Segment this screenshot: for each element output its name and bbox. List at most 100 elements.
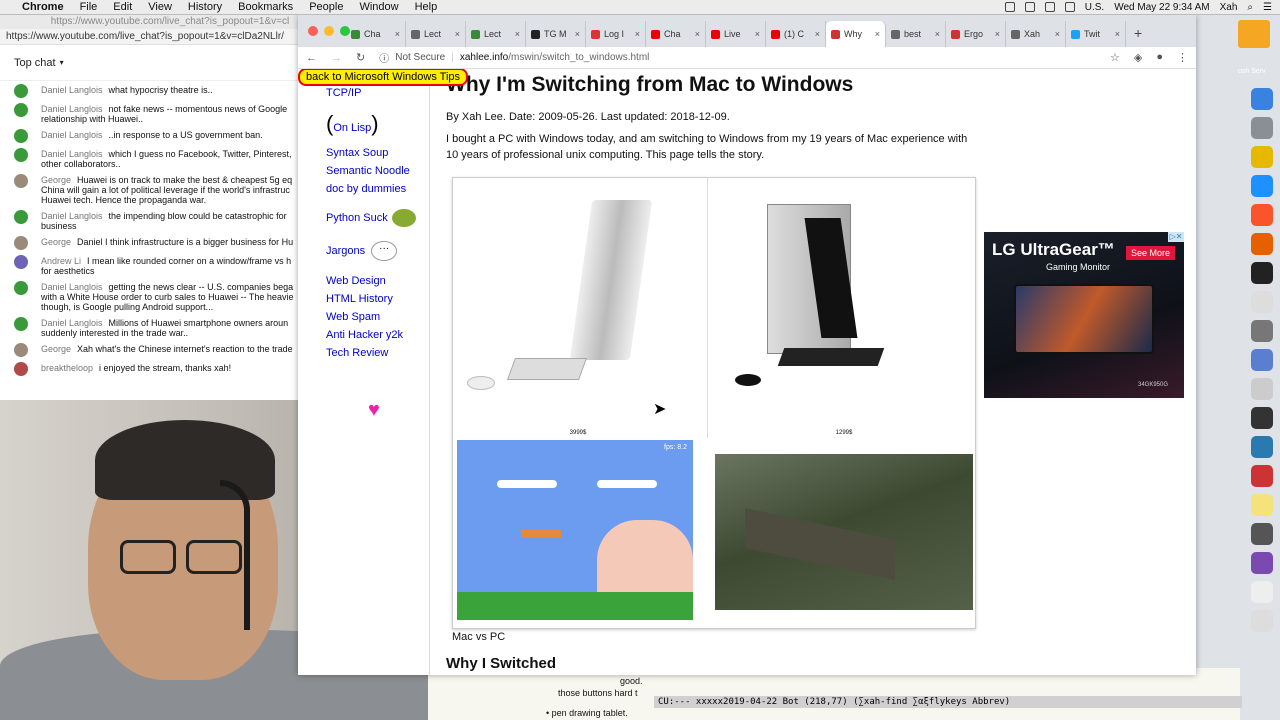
browser-tab[interactable]: Cha × [646, 21, 706, 47]
browser-tab[interactable]: TG M × [526, 21, 586, 47]
forward-arrow-icon[interactable]: → [331, 52, 342, 64]
avatar[interactable] [14, 236, 28, 250]
chat-author[interactable]: breaktheloop [41, 363, 93, 373]
menu-file[interactable]: File [80, 1, 98, 13]
profile-icon[interactable]: ● [1156, 51, 1163, 64]
back-to-tips-link[interactable]: back to Microsoft Windows Tips [298, 69, 469, 86]
avatar[interactable] [14, 362, 28, 376]
chat-author[interactable]: George [41, 344, 71, 354]
input-source[interactable]: U.S. [1085, 2, 1104, 13]
avatar[interactable] [14, 255, 28, 269]
close-tab-icon[interactable]: × [455, 29, 460, 39]
chevron-down-icon[interactable]: ▾ [60, 58, 64, 67]
nav-python-suck[interactable]: Python Suck [326, 212, 388, 224]
emacs-icon[interactable] [1251, 552, 1273, 574]
new-tab-button[interactable]: + [1126, 25, 1150, 47]
close-tab-icon[interactable]: × [395, 29, 400, 39]
menu-people[interactable]: People [309, 1, 343, 13]
chat-author[interactable]: George [41, 237, 71, 247]
chat-author[interactable]: George [41, 175, 71, 185]
terminal-icon[interactable] [1251, 262, 1273, 284]
document-icon[interactable] [1251, 581, 1273, 603]
minimize-window-button[interactable] [324, 26, 334, 36]
nav-jargons[interactable]: Jargons [326, 245, 365, 257]
chat-author[interactable]: Daniel Langlois [41, 211, 103, 221]
user-name[interactable]: Xah [1220, 2, 1238, 13]
chat-author[interactable]: Daniel Langlois [41, 149, 103, 159]
obs-icon[interactable] [1251, 407, 1273, 429]
avatar[interactable] [14, 210, 28, 224]
menu-edit[interactable]: Edit [113, 1, 132, 13]
nav-web-design[interactable]: Web Design [326, 275, 429, 287]
nav-web-spam[interactable]: Web Spam [326, 311, 429, 323]
trash-icon[interactable] [1251, 610, 1273, 632]
menu-bookmarks[interactable]: Bookmarks [238, 1, 293, 13]
browser-tab[interactable]: Lect × [406, 21, 466, 47]
brave-icon[interactable] [1251, 204, 1273, 226]
extension-icon[interactable]: ◈ [1134, 51, 1142, 64]
app-icon[interactable] [1251, 436, 1273, 458]
top-chat-dropdown[interactable]: Top chat [14, 57, 56, 69]
browser-tab[interactable]: Lect × [466, 21, 526, 47]
menu-dots-icon[interactable]: ⋮ [1177, 51, 1188, 64]
menu-list-icon[interactable]: ☰ [1263, 2, 1272, 13]
close-tab-icon[interactable]: × [875, 29, 880, 39]
avatar[interactable] [14, 317, 28, 331]
lg-ultragear-ad[interactable]: ▷✕ LG UltraGear™ Gaming Monitor See More… [984, 232, 1184, 398]
reload-icon[interactable]: ↻ [356, 51, 365, 64]
chat-author[interactable]: Daniel Langlois [41, 130, 103, 140]
launchpad-icon[interactable] [1251, 117, 1273, 139]
preview-icon[interactable] [1251, 378, 1273, 400]
ad-see-more-button[interactable]: See More [1126, 246, 1176, 260]
info-icon[interactable]: ⓘ [379, 50, 389, 65]
chat-author[interactable]: Daniel Langlois [41, 104, 103, 114]
zoom-window-button[interactable] [340, 26, 350, 36]
textedit-icon[interactable] [1251, 291, 1273, 313]
browser-tab[interactable]: Xah × [1006, 21, 1066, 47]
nav-tcp-ip[interactable]: TCP/IP [326, 87, 429, 99]
search-icon[interactable]: ⌕ [1247, 2, 1253, 13]
wifi-icon[interactable] [1044, 2, 1055, 12]
chat-author[interactable]: Daniel Langlois [41, 318, 103, 328]
avatar[interactable] [14, 103, 28, 117]
avatar[interactable] [14, 343, 28, 357]
browser-tab[interactable]: Live × [706, 21, 766, 47]
close-tab-icon[interactable]: × [575, 29, 580, 39]
close-tab-icon[interactable]: × [1115, 29, 1120, 39]
close-tab-icon[interactable]: × [515, 29, 520, 39]
nav-doc-by-dummies[interactable]: doc by dummies [326, 183, 429, 195]
system-preferences-icon[interactable] [1251, 320, 1273, 342]
notes-icon[interactable] [1251, 494, 1273, 516]
avatar[interactable] [14, 129, 28, 143]
chat-author[interactable]: Andrew Li [41, 256, 81, 266]
status-icon[interactable] [1024, 2, 1035, 12]
star-icon[interactable]: ☆ [1110, 51, 1120, 64]
chrome-icon[interactable] [1251, 146, 1273, 168]
nav-tech-review[interactable]: Tech Review [326, 347, 429, 359]
address-bar[interactable]: ⓘ Not Secure | xahlee.info/mswin/switch_… [379, 50, 1096, 65]
folder-icon[interactable] [1238, 20, 1270, 48]
app-icon[interactable] [1251, 465, 1273, 487]
browser-tab[interactable]: Cha × [346, 21, 406, 47]
browser-tab[interactable]: Ergo × [946, 21, 1006, 47]
close-tab-icon[interactable]: × [1055, 29, 1060, 39]
close-tab-icon[interactable]: × [935, 29, 940, 39]
status-icon[interactable] [1004, 2, 1015, 12]
browser-tab[interactable]: best × [886, 21, 946, 47]
nav-anti-hacker[interactable]: Anti Hacker y2k [326, 329, 429, 341]
menu-view[interactable]: View [148, 1, 172, 13]
nav-on-lisp[interactable]: On Lisp [333, 122, 371, 134]
close-tab-icon[interactable]: × [995, 29, 1000, 39]
close-tab-icon[interactable]: × [815, 29, 820, 39]
close-tab-icon[interactable]: × [695, 29, 700, 39]
avatar[interactable] [14, 281, 28, 295]
clock[interactable]: Wed May 22 9:34 AM [1114, 2, 1209, 13]
avatar[interactable] [14, 148, 28, 162]
back-arrow-icon[interactable]: ← [306, 52, 317, 64]
safari-icon[interactable] [1251, 175, 1273, 197]
nav-html-history[interactable]: HTML History [326, 293, 429, 305]
close-tab-icon[interactable]: × [755, 29, 760, 39]
nav-syntax-soup[interactable]: Syntax Soup [326, 147, 429, 159]
browser-tab[interactable]: (1) C × [766, 21, 826, 47]
avatar[interactable] [14, 174, 28, 188]
